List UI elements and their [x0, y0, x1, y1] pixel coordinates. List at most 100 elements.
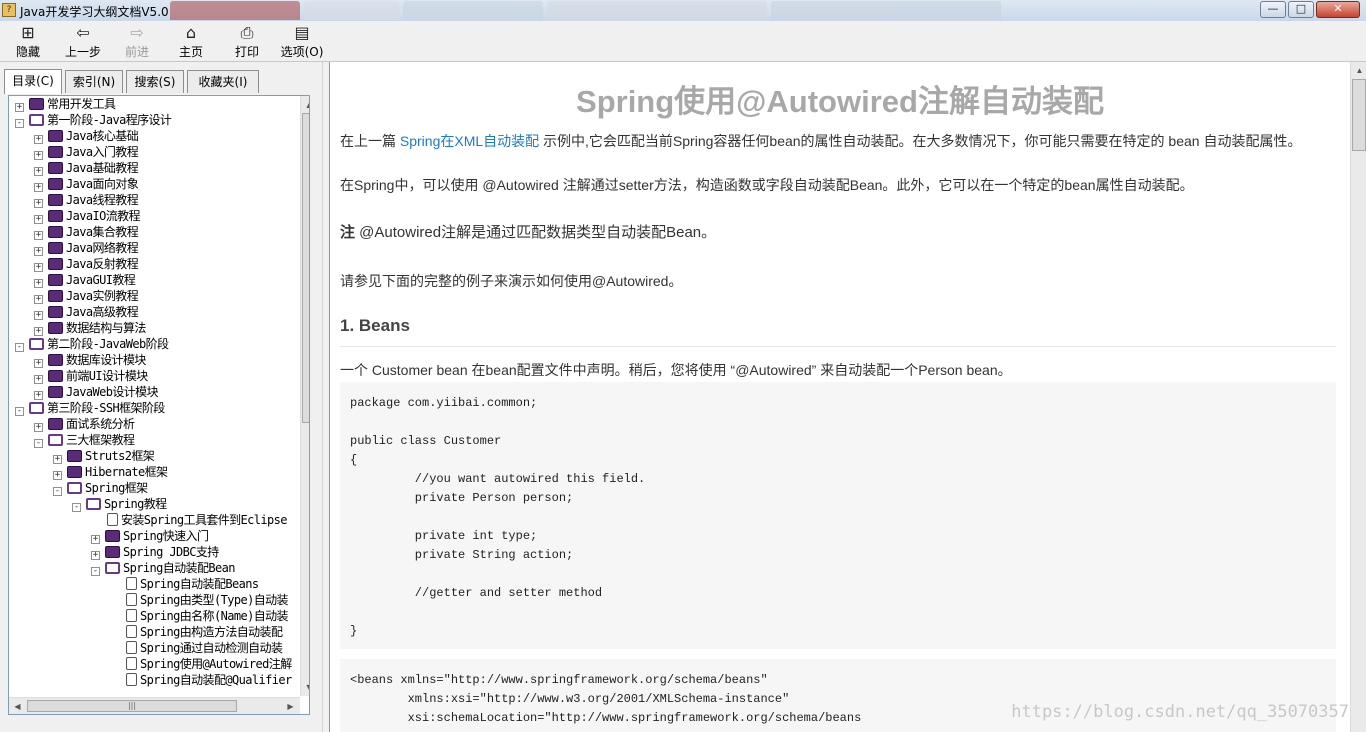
close-button[interactable]: ✕ — [1316, 1, 1360, 18]
tree-scroll-thumb[interactable] — [302, 113, 309, 423]
tree-item[interactable]: - Spring框架 — [53, 480, 148, 496]
tab-search[interactable]: 搜索(S) — [126, 70, 184, 93]
back-label: 上一步 — [64, 45, 101, 59]
home-button[interactable]: ⌂ 主页 — [172, 23, 210, 59]
tree-item[interactable]: Spring使用@Autowired注解 — [110, 656, 292, 672]
expand-icon[interactable]: + — [91, 551, 100, 560]
tree-item[interactable]: + Hibernate框架 — [53, 464, 168, 480]
expand-icon[interactable]: + — [34, 247, 43, 256]
tree-item[interactable]: - Spring教程 — [72, 496, 167, 512]
xml-autowire-link[interactable]: Spring在XML自动装配 — [400, 133, 539, 149]
scroll-right-icon[interactable]: ▶ — [283, 699, 298, 714]
expand-icon[interactable]: + — [34, 279, 43, 288]
tree-item[interactable]: + Java实例教程 — [34, 288, 139, 304]
tree-hscroll-thumb[interactable]: ||| — [27, 700, 237, 712]
expand-icon[interactable]: + — [34, 327, 43, 336]
expand-icon[interactable]: + — [34, 391, 43, 400]
minimize-button[interactable]: — — [1260, 1, 1286, 18]
tree-item[interactable]: + Java入门教程 — [34, 144, 139, 160]
tree-item[interactable]: - Spring自动装配Bean — [91, 560, 235, 576]
expand-icon[interactable]: + — [91, 535, 100, 544]
maximize-button[interactable]: □ — [1288, 1, 1314, 18]
tab-favorites[interactable]: 收藏夹(I) — [187, 70, 259, 93]
tree-item[interactable]: + 数据结构与算法 — [34, 320, 146, 336]
scroll-left-icon[interactable]: ◀ — [10, 699, 25, 714]
tree-item[interactable]: Spring由构造方法自动装配 — [110, 624, 283, 640]
hide-button[interactable]: ⊞ 隐藏 — [8, 23, 48, 59]
tree-item[interactable]: - 三大框架教程 — [34, 432, 135, 448]
tree-item[interactable]: 安装Spring工具套件到Eclipse — [91, 512, 288, 528]
collapse-icon[interactable]: - — [72, 503, 81, 512]
content-vertical-scrollbar[interactable]: ▲ — [1350, 62, 1366, 732]
expand-icon[interactable]: + — [53, 455, 62, 464]
collapse-icon[interactable]: - — [15, 407, 24, 416]
scroll-down-icon[interactable]: ▼ — [302, 680, 309, 695]
expand-icon[interactable]: + — [34, 151, 43, 160]
tree-item[interactable]: + Java高级教程 — [34, 304, 139, 320]
tree-item[interactable]: - 第三阶段-SSH框架阶段 — [15, 400, 165, 416]
tree-vertical-scrollbar[interactable]: ▲ ▼ — [300, 96, 309, 696]
expand-icon[interactable]: + — [34, 167, 43, 176]
pane-splitter[interactable] — [322, 62, 329, 732]
tree-item[interactable]: + 前端UI设计模块 — [34, 368, 148, 384]
tree-item[interactable]: + 常用开发工具 — [15, 96, 116, 112]
options-button[interactable]: ▤ 选项(O) — [278, 23, 326, 59]
closed-book-icon — [48, 322, 63, 334]
expand-icon[interactable]: + — [34, 375, 43, 384]
expand-icon[interactable]: + — [53, 471, 62, 480]
tree-item[interactable]: + Java面向对象 — [34, 176, 139, 192]
forward-button[interactable]: ⇨ 前进 — [118, 23, 156, 59]
tree-item-label: Java高级教程 — [66, 305, 139, 319]
expand-icon[interactable]: + — [34, 215, 43, 224]
tree-item[interactable]: + JavaGUI教程 — [34, 272, 136, 288]
contents-tree[interactable]: + 常用开发工具 - 第一阶段-Java程序设计 + Java核心基础 + Java入门教程 +… — [8, 95, 310, 715]
expand-icon[interactable]: + — [34, 295, 43, 304]
expand-icon[interactable]: + — [15, 103, 24, 112]
expand-icon[interactable]: + — [34, 231, 43, 240]
tab-index[interactable]: 索引(N) — [65, 70, 123, 93]
tree-horizontal-scrollbar[interactable]: ◀ ||| ▶ — [9, 697, 300, 714]
back-button[interactable]: ⇦ 上一步 — [60, 23, 106, 59]
expand-icon[interactable]: + — [34, 359, 43, 368]
tree-item[interactable]: + Java网络教程 — [34, 240, 139, 256]
expand-icon[interactable]: + — [34, 199, 43, 208]
tree-item[interactable]: Spring自动装配@Qualifier — [110, 672, 292, 688]
print-button[interactable]: ⎙ 打印 — [228, 23, 266, 59]
tree-item[interactable]: + 数据库设计模块 — [34, 352, 146, 368]
tree-item[interactable]: + Java反射教程 — [34, 256, 139, 272]
tree-item[interactable]: + Java基础教程 — [34, 160, 139, 176]
tab-contents[interactable]: 目录(C) — [4, 69, 62, 94]
expand-icon[interactable]: + — [34, 263, 43, 272]
tree-item[interactable]: - 第一阶段-Java程序设计 — [15, 112, 172, 128]
collapse-icon[interactable]: - — [91, 567, 100, 576]
tree-item[interactable]: Spring由类型(Type)自动装 — [110, 592, 289, 608]
expand-icon[interactable]: + — [34, 423, 43, 432]
tree-item[interactable]: Spring通过自动检测自动装 — [110, 640, 283, 656]
expand-icon[interactable]: + — [34, 311, 43, 320]
collapse-icon[interactable]: - — [15, 119, 24, 128]
tree-item[interactable]: + Spring JDBC支持 — [91, 544, 219, 560]
collapse-icon[interactable]: - — [15, 343, 24, 352]
tree-item[interactable]: + Java线程教程 — [34, 192, 139, 208]
expand-icon[interactable]: + — [34, 135, 43, 144]
tree-item[interactable]: + Java核心基础 — [34, 128, 139, 144]
tree-item[interactable]: + Struts2框架 — [53, 448, 155, 464]
tree-item[interactable]: + JavaIO流教程 — [34, 208, 141, 224]
expand-icon[interactable]: + — [34, 183, 43, 192]
scroll-up-icon[interactable]: ▲ — [302, 97, 309, 112]
tree-item[interactable]: Spring由名称(Name)自动装 — [110, 608, 289, 624]
collapse-icon[interactable]: - — [34, 439, 43, 448]
collapse-icon[interactable]: - — [53, 487, 62, 496]
tree-item[interactable]: Spring自动装配Beans — [110, 576, 259, 592]
tree-item[interactable]: + Spring快速入门 — [91, 528, 209, 544]
tree-item[interactable]: - 第二阶段-JavaWeb阶段 — [15, 336, 169, 352]
tree-item[interactable]: + 面试系统分析 — [34, 416, 135, 432]
tree-item[interactable]: + JavaWeb设计模块 — [34, 384, 159, 400]
tree-item[interactable]: + Java集合教程 — [34, 224, 139, 240]
content-scroll-thumb[interactable] — [1352, 79, 1366, 151]
tree-item-label: Spring快速入门 — [123, 529, 209, 543]
scroll-up-icon[interactable]: ▲ — [1352, 63, 1366, 78]
